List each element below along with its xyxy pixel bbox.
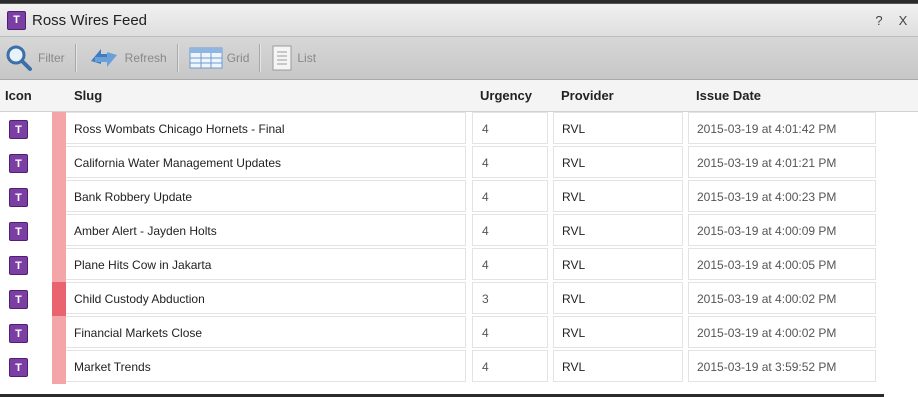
urgency-cell: 4 bbox=[472, 316, 548, 348]
urgency-color-bar bbox=[52, 112, 66, 146]
wires-feed-window: T Ross Wires Feed ? X Filter Refresh Gri… bbox=[0, 3, 918, 397]
refresh-arrows-icon bbox=[90, 49, 117, 67]
issue-date-cell: 2015-03-19 at 4:00:05 PM bbox=[688, 248, 876, 280]
toolbar: Filter Refresh Grid List bbox=[0, 37, 918, 80]
column-header-issue-date[interactable]: Issue Date bbox=[696, 88, 761, 103]
table-row[interactable]: T Bank Robbery Update 4 RVL 2015-03-19 at 4:… bbox=[0, 180, 918, 214]
urgency-cell: 4 bbox=[472, 350, 548, 382]
issue-date-cell: 2015-03-19 at 4:00:09 PM bbox=[688, 214, 876, 246]
window-title: Ross Wires Feed bbox=[32, 11, 148, 29]
urgency-cell: 3 bbox=[472, 282, 548, 314]
grid-right-gutter bbox=[884, 112, 918, 397]
toolbar-divider bbox=[74, 44, 77, 72]
provider-cell: RVL bbox=[553, 282, 683, 314]
column-header-slug[interactable]: Slug bbox=[74, 88, 102, 103]
provider-cell: RVL bbox=[553, 214, 683, 246]
issue-date-cell: 2015-03-19 at 3:59:52 PM bbox=[688, 350, 876, 382]
urgency-color-bar bbox=[52, 316, 66, 350]
refresh-label: Refresh bbox=[124, 51, 167, 65]
provider-cell: RVL bbox=[553, 146, 683, 178]
toolbar-divider bbox=[176, 44, 179, 72]
slug-cell: Child Custody Abduction bbox=[66, 282, 466, 314]
urgency-cell: 4 bbox=[472, 248, 548, 280]
column-header-provider[interactable]: Provider bbox=[561, 88, 614, 103]
column-header-urgency[interactable]: Urgency bbox=[480, 88, 532, 103]
wire-story-icon: T bbox=[9, 358, 28, 377]
table-row[interactable]: T Amber Alert - Jayden Holts 4 RVL 2015-03-1… bbox=[0, 214, 918, 248]
grid-label: Grid bbox=[226, 51, 250, 65]
toolbar-divider bbox=[259, 44, 262, 72]
table-row[interactable]: T Financial Markets Close 4 RVL 2015-03-19 a… bbox=[0, 316, 918, 350]
issue-date-cell: 2015-03-19 at 4:00:23 PM bbox=[688, 180, 876, 212]
urgency-color-bar bbox=[52, 180, 66, 214]
provider-cell: RVL bbox=[553, 316, 683, 348]
provider-cell: RVL bbox=[553, 180, 683, 212]
table-row[interactable]: T Ross Wombats Chicago Hornets - Final 4 RV… bbox=[0, 112, 918, 146]
slug-cell: California Water Management Updates bbox=[66, 146, 466, 178]
wire-story-icon: T bbox=[9, 188, 28, 207]
slug-cell: Bank Robbery Update bbox=[66, 180, 466, 212]
issue-date-cell: 2015-03-19 at 4:00:02 PM bbox=[688, 316, 876, 348]
urgency-cell: 4 bbox=[472, 146, 548, 178]
wire-feed-icon: T bbox=[7, 10, 26, 30]
wire-story-icon: T bbox=[9, 222, 28, 241]
provider-cell: RVL bbox=[553, 248, 683, 280]
filter-button[interactable]: Filter bbox=[0, 42, 69, 74]
list-view-icon bbox=[272, 45, 292, 71]
issue-date-cell: 2015-03-19 at 4:01:42 PM bbox=[688, 112, 876, 144]
wire-story-icon: T bbox=[9, 290, 28, 309]
list-label: List bbox=[297, 51, 317, 65]
grid-view-button[interactable]: Grid bbox=[185, 42, 254, 74]
magnifier-icon bbox=[6, 45, 32, 71]
filter-label: Filter bbox=[38, 51, 65, 65]
urgency-cell: 4 bbox=[472, 180, 548, 212]
slug-cell: Market Trends bbox=[66, 350, 466, 382]
urgency-color-bar bbox=[52, 350, 66, 384]
table-row[interactable]: T Market Trends 4 RVL 2015-03-19 at 3:59:52 … bbox=[0, 350, 918, 384]
provider-cell: RVL bbox=[553, 350, 683, 382]
slug-cell: Ross Wombats Chicago Hornets - Final bbox=[66, 112, 466, 144]
close-button[interactable]: X bbox=[894, 11, 912, 29]
wire-story-icon: T bbox=[9, 120, 28, 139]
grid-view-icon bbox=[189, 47, 223, 69]
title-bar: T Ross Wires Feed ? X bbox=[0, 4, 918, 37]
table-row[interactable]: T Child Custody Abduction 3 RVL 2015-03-19 a… bbox=[0, 282, 918, 316]
wire-rows: T Ross Wombats Chicago Hornets - Final 4 RV… bbox=[0, 112, 918, 384]
issue-date-cell: 2015-03-19 at 4:00:02 PM bbox=[688, 282, 876, 314]
column-header-icon[interactable]: Icon bbox=[5, 88, 32, 103]
issue-date-cell: 2015-03-19 at 4:01:21 PM bbox=[688, 146, 876, 178]
slug-cell: Amber Alert - Jayden Holts bbox=[66, 214, 466, 246]
urgency-color-bar bbox=[52, 248, 66, 282]
slug-cell: Plane Hits Cow in Jakarta bbox=[66, 248, 466, 280]
urgency-cell: 4 bbox=[472, 112, 548, 144]
slug-cell: Financial Markets Close bbox=[66, 316, 466, 348]
wire-story-icon: T bbox=[9, 256, 28, 275]
grid-header: Icon Slug Urgency Provider Issue Date bbox=[0, 80, 918, 112]
refresh-button[interactable]: Refresh bbox=[83, 42, 171, 74]
urgency-color-bar bbox=[52, 282, 66, 316]
provider-cell: RVL bbox=[553, 112, 683, 144]
table-row[interactable]: T Plane Hits Cow in Jakarta 4 RVL 2015-03-19… bbox=[0, 248, 918, 282]
urgency-cell: 4 bbox=[472, 214, 548, 246]
list-view-button[interactable]: List bbox=[267, 42, 320, 74]
wire-story-icon: T bbox=[9, 324, 28, 343]
urgency-color-bar bbox=[52, 214, 66, 248]
help-button[interactable]: ? bbox=[870, 11, 888, 29]
table-row[interactable]: T California Water Management Updates 4 RVL… bbox=[0, 146, 918, 180]
wire-story-icon: T bbox=[9, 154, 28, 173]
urgency-color-bar bbox=[52, 146, 66, 180]
